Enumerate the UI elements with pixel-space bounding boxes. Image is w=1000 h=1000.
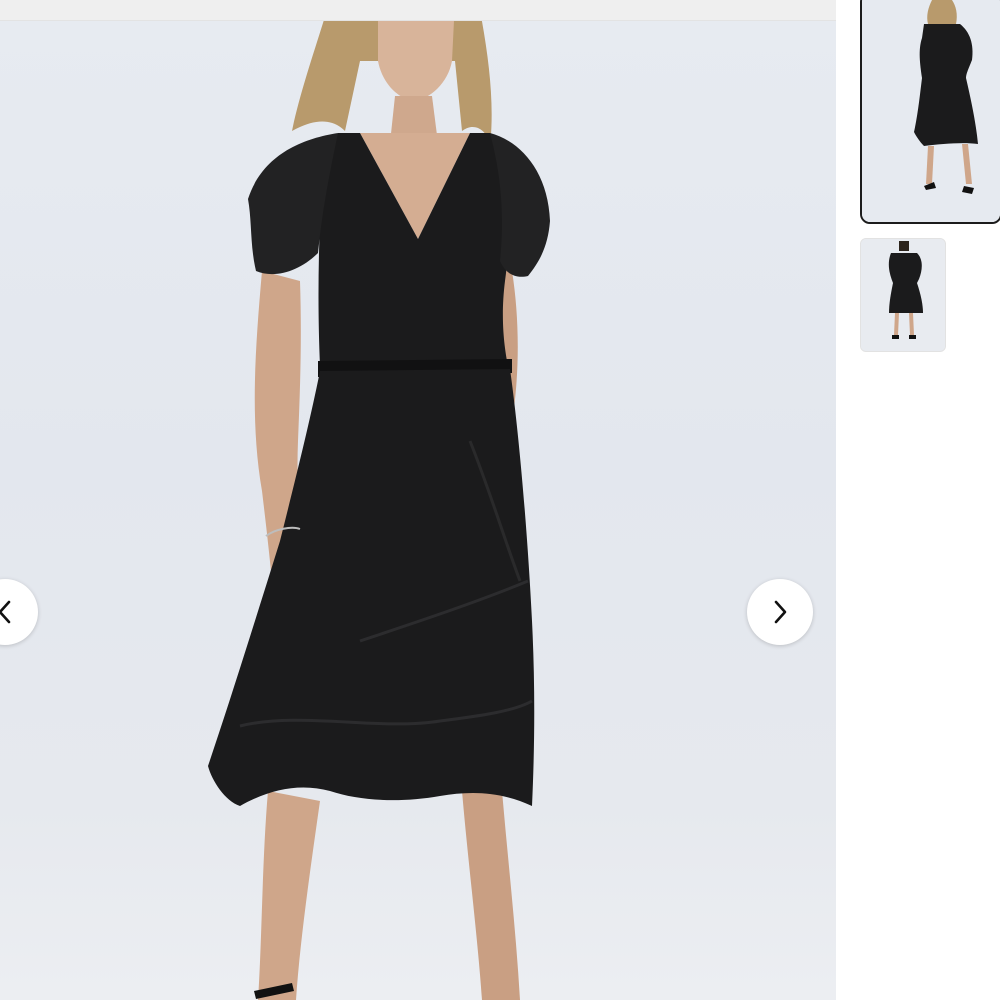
thumbnail-front-selected[interactable] [860, 0, 1000, 224]
product-image-viewer [0, 0, 1000, 1000]
next-image-button[interactable] [747, 579, 813, 645]
thumbnail-back-photo [861, 239, 945, 351]
thumbnail-strip [858, 0, 1000, 1000]
thumbnail-front-photo [862, 0, 1000, 222]
chevron-right-icon [770, 598, 790, 626]
main-product-image[interactable] [0, 21, 836, 1000]
thumbnail-back[interactable] [860, 238, 946, 352]
top-edge-bar [0, 0, 836, 21]
chevron-left-icon [0, 598, 15, 626]
model-photo [208, 21, 550, 1000]
